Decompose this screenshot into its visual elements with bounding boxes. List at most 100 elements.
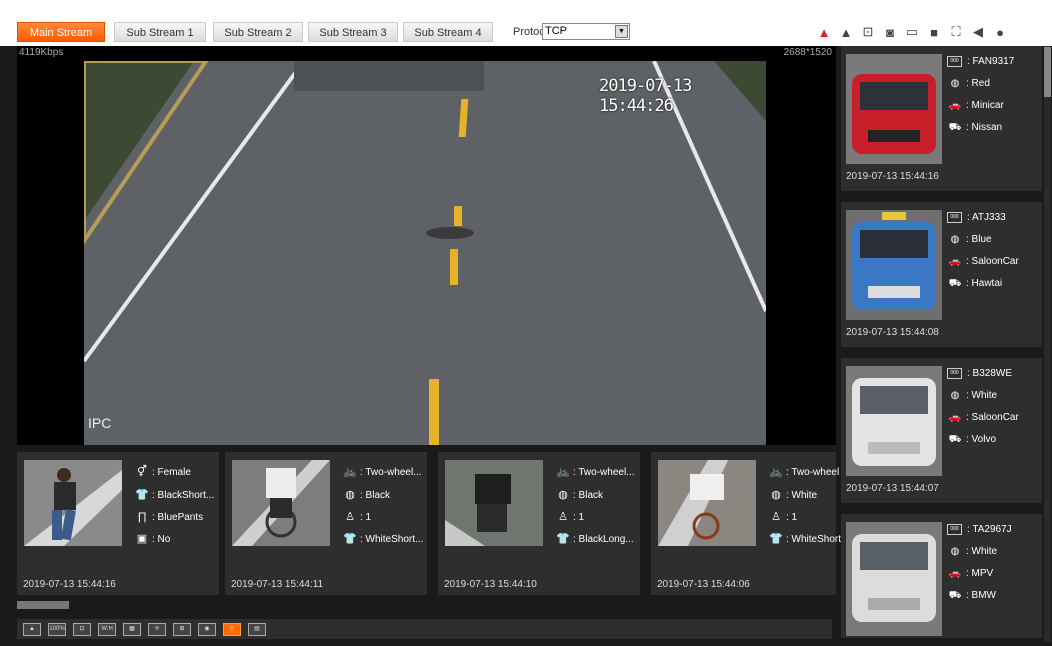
rule-icon[interactable]: ◉ bbox=[198, 622, 216, 636]
plate-row: 000: FAN9317 bbox=[947, 54, 1014, 70]
strip-scrollbar[interactable] bbox=[17, 601, 69, 609]
snapshot-time: 2019-07-13 15:44:06 bbox=[657, 579, 750, 590]
vehicle-card[interactable]: 000: TA2967J ◍: White 🚗: MPV ⛟: BMW bbox=[841, 514, 1042, 638]
snapshot-time: 2019-07-13 15:44:07 bbox=[846, 483, 939, 494]
snapshot-time: 2019-07-13 15:44:11 bbox=[231, 579, 324, 590]
sub-stream-3-button[interactable]: Sub Stream 3 bbox=[308, 22, 398, 42]
top-clothes-icon: 👕 bbox=[135, 489, 149, 501]
sub-stream-4-button[interactable]: Sub Stream 4 bbox=[403, 22, 493, 42]
snapshot-strip: ⚥: Female 👕: BlackShort... ∏: BluePants … bbox=[17, 452, 841, 595]
vehicle-brand-icon: ⛟ bbox=[948, 278, 962, 289]
snapshot-time: 2019-07-13 15:44:10 bbox=[444, 579, 537, 590]
live-video[interactable]: 4119Kbps 2688*1520 2019-07-13 15:44:26 I… bbox=[17, 46, 836, 445]
attr-row: ◍: Black bbox=[556, 487, 603, 503]
sub-stream-1-button[interactable]: Sub Stream 1 bbox=[114, 22, 206, 42]
vehicle-type-icon: 🚗 bbox=[948, 412, 962, 423]
video-frame: 2019-07-13 15:44:26 IPC bbox=[84, 61, 766, 445]
snapshot-time: 2019-07-13 15:44:08 bbox=[846, 327, 939, 338]
color-row: ◍: White bbox=[947, 544, 998, 560]
snapshot-time: 2019-07-13 15:44:16 bbox=[846, 171, 939, 182]
nonmotor-image bbox=[232, 460, 330, 546]
wh-ratio-icon[interactable]: W:H bbox=[98, 622, 116, 636]
attr-row: ♙: 1 bbox=[769, 509, 797, 525]
digital-zoom-icon[interactable]: ⊞ bbox=[173, 622, 191, 636]
snapshot-time: 2019-07-13 15:44:16 bbox=[23, 579, 116, 590]
vehicle-brand-icon: ⛟ bbox=[948, 122, 962, 133]
ptz-icon[interactable]: ✛ bbox=[148, 622, 166, 636]
vehicle-type-icon: 🚗 bbox=[948, 568, 962, 579]
license-plate-icon: 000 bbox=[947, 55, 962, 67]
vehicle-card[interactable]: 000: B328WE ◍: White 🚗: SaloonCar ⛟: Vol… bbox=[841, 358, 1042, 503]
vehicle-image bbox=[846, 522, 942, 636]
alarm-light-icon[interactable]: ▲ bbox=[815, 24, 833, 40]
attr-row: ◍: White bbox=[769, 487, 817, 503]
nonmotor-card[interactable]: 🚲: Two-wheel... ◍: Black ♙: 1 👕: BlackLo… bbox=[438, 452, 640, 595]
ivs-overlay-icon[interactable]: ◎ bbox=[223, 622, 241, 636]
attr-row: ⚥: Female bbox=[135, 464, 191, 480]
fullscreen-icon[interactable]: ⛶ bbox=[947, 24, 965, 40]
rider-count-icon: ♙ bbox=[771, 511, 781, 523]
top-toolbar: Main Stream Sub Stream 1 Sub Stream 2 Su… bbox=[0, 0, 1052, 46]
main-stream-button[interactable]: Main Stream bbox=[17, 22, 105, 42]
zoom-focus-icon[interactable]: ⊡ bbox=[859, 24, 877, 40]
talk-icon[interactable]: ● bbox=[991, 24, 1009, 40]
vehicle-card[interactable]: 000: ATJ333 ◍: Blue 🚗: SaloonCar ⛟: Hawt… bbox=[841, 202, 1042, 347]
resolution-readout: 2688*1520 bbox=[783, 47, 832, 58]
attr-row: ♙: 1 bbox=[556, 509, 584, 525]
attr-row: 👕: BlackLong... bbox=[556, 533, 634, 545]
triple-snapshot-icon[interactable]: ▭ bbox=[903, 24, 921, 40]
nonmotor-card[interactable]: 🚲: Two-wheel... ◍: Black ♙: 1 👕: WhiteSh… bbox=[225, 452, 427, 595]
color-row: ◍: Red bbox=[947, 76, 990, 92]
nonmotor-type-icon: 🚲 bbox=[556, 466, 570, 478]
nonmotor-type-icon: 🚲 bbox=[343, 466, 357, 478]
color-icon: ◍ bbox=[950, 234, 960, 245]
snapshot-list-icon[interactable]: ▤ bbox=[248, 622, 266, 636]
plate-row: 000: TA2967J bbox=[947, 522, 1012, 538]
vehicle-brand-icon: ⛟ bbox=[948, 434, 962, 445]
nonmotor-type-icon: 🚲 bbox=[769, 466, 783, 478]
type-row: 🚗: SaloonCar bbox=[947, 410, 1019, 426]
license-plate-icon: 000 bbox=[947, 523, 962, 535]
attr-row: 👕: WhiteShort... bbox=[343, 533, 424, 545]
rider-count-icon: ♙ bbox=[345, 511, 355, 523]
person-card[interactable]: ⚥: Female 👕: BlackShort... ∏: BluePants … bbox=[17, 452, 219, 595]
plate-row: 000: B328WE bbox=[947, 366, 1012, 382]
type-row: 🚗: SaloonCar bbox=[947, 254, 1019, 270]
color-row: ◍: White bbox=[947, 388, 998, 404]
protocol-select[interactable]: TCP ▼ bbox=[542, 23, 630, 40]
snapshot-icon[interactable]: ◙ bbox=[881, 24, 899, 40]
bottom-toolbar: ▲ 100% ⊡ W:H ▦ ✛ ⊞ ◉ ◎ ▤ bbox=[17, 619, 832, 639]
license-plate-icon: 000 bbox=[947, 367, 962, 379]
attr-row: ◍: Black bbox=[343, 487, 390, 503]
vehicle-image bbox=[846, 210, 942, 320]
bag-icon: ▣ bbox=[136, 533, 148, 545]
brand-row: ⛟: BMW bbox=[947, 588, 996, 604]
vehicle-brand-icon: ⛟ bbox=[948, 590, 962, 601]
color-icon: ◍ bbox=[950, 78, 960, 89]
color-icon: ◍ bbox=[345, 489, 355, 501]
chevron-down-icon: ▼ bbox=[615, 25, 628, 38]
attr-row: ∏: BluePants bbox=[135, 509, 203, 525]
vehicle-type-icon: 🚗 bbox=[948, 256, 962, 267]
top-clothes-icon: 👕 bbox=[343, 533, 357, 545]
attr-row: 🚲: Two-wheel... bbox=[343, 466, 422, 478]
vehicle-list-scrollbar[interactable] bbox=[1044, 47, 1051, 97]
color-icon: ◍ bbox=[771, 489, 781, 501]
protocol-value: TCP bbox=[545, 25, 567, 37]
vehicle-card[interactable]: 000: FAN9317 ◍: Red 🚗: Minicar ⛟: Nissan… bbox=[841, 46, 1042, 191]
color-icon: ◍ bbox=[558, 489, 568, 501]
attr-row: 🚲: Two-wheel bbox=[769, 466, 840, 478]
alarm-out-icon[interactable]: ▲ bbox=[837, 24, 855, 40]
fit-window-icon[interactable]: ⊡ bbox=[73, 622, 91, 636]
smooth-icon[interactable]: ▦ bbox=[123, 622, 141, 636]
zoom-100-icon[interactable]: 100% bbox=[48, 622, 66, 636]
original-size-icon[interactable]: ▲ bbox=[23, 622, 41, 636]
audio-icon[interactable]: ◀ bbox=[969, 24, 987, 40]
sub-stream-2-button[interactable]: Sub Stream 2 bbox=[213, 22, 303, 42]
top-clothes-icon: 👕 bbox=[769, 533, 783, 545]
attr-row: 👕: BlackShort... bbox=[135, 489, 215, 501]
road-scene bbox=[84, 61, 766, 445]
record-icon[interactable]: ■ bbox=[925, 24, 943, 40]
brand-row: ⛟: Hawtai bbox=[947, 276, 1002, 292]
nonmotor-card[interactable]: 🚲: Two-wheel ◍: White ♙: 1 👕: WhiteShort… bbox=[651, 452, 841, 595]
